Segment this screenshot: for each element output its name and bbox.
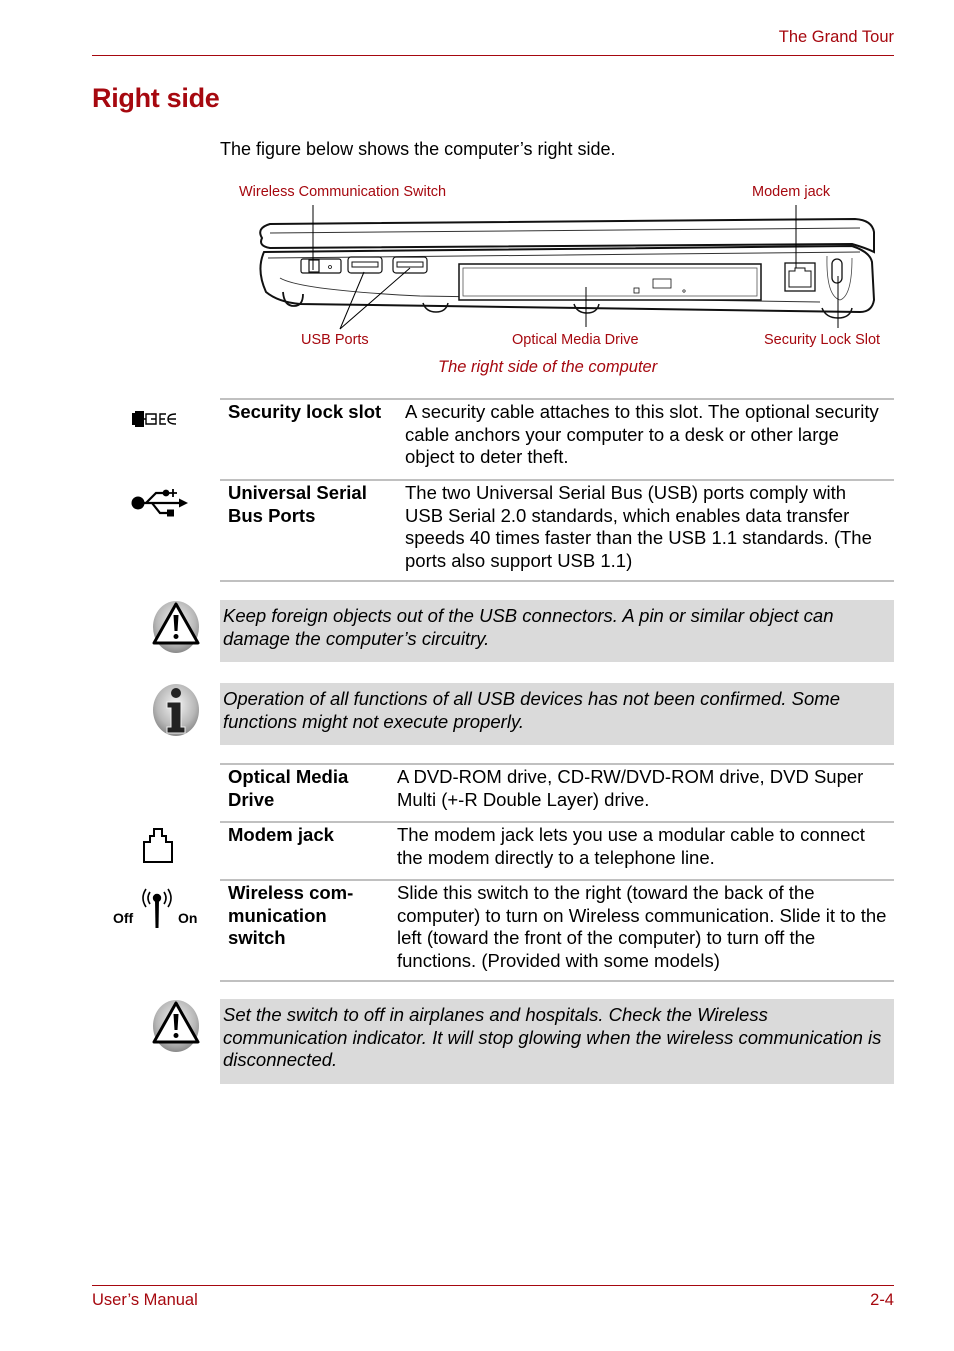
footer-divider: [92, 1285, 894, 1286]
term-usb-ports: Universal Serial Bus Ports: [220, 479, 405, 582]
definition-optical-drive: A DVD-ROM drive, CD-RW/DVD-ROM drive, DV…: [397, 763, 894, 822]
term-optical-drive: Optical Media Drive: [220, 763, 397, 822]
table-row: Wireless com-munication switch Slide thi…: [220, 879, 894, 982]
label-modem-jack: Modem jack: [752, 184, 831, 200]
intro-paragraph: The figure below shows the computer’s ri…: [220, 139, 616, 159]
header-divider: [92, 55, 894, 56]
ports-table-1: Security lock slot A security cable atta…: [220, 398, 894, 582]
wireless-switch-icon: Off On: [110, 886, 206, 932]
security-lock-icon: [132, 411, 177, 427]
info-note-usb: Operation of all functions of all USB de…: [220, 683, 894, 745]
usb-icon: [131, 489, 188, 517]
figure-caption: The right side of the computer: [438, 358, 658, 376]
warning-icon: [152, 1000, 200, 1052]
warning-note-usb: Keep foreign objects out of the USB conn…: [220, 600, 894, 662]
modem-jack-icon: [143, 828, 173, 863]
table-row: Optical Media Drive A DVD-ROM drive, CD-…: [220, 763, 894, 822]
label-wireless-switch: Wireless Communication Switch: [239, 184, 447, 200]
header-section-title: The Grand Tour: [778, 28, 894, 46]
wireless-off-label: Off: [113, 910, 134, 926]
warning-icon: [152, 601, 200, 653]
info-note-text: Operation of all functions of all USB de…: [223, 688, 841, 732]
term-wireless-switch: Wireless com-munication switch: [220, 879, 397, 982]
wireless-on-label: On: [178, 910, 198, 926]
warning-note-text: Set the switch to off in airplanes and h…: [223, 1004, 882, 1070]
term-modem-jack: Modem jack: [220, 821, 397, 880]
info-icon: [153, 684, 199, 736]
footer-page-number: 2-4: [870, 1291, 894, 1309]
table-row: Security lock slot A security cable atta…: [220, 398, 894, 480]
table-row: Modem jack The modem jack lets you use a…: [220, 821, 894, 880]
definition-usb-ports: The two Universal Serial Bus (USB) ports…: [405, 479, 894, 582]
page-title: Right side: [92, 83, 220, 113]
ports-table-2: Optical Media Drive A DVD-ROM drive, CD-…: [220, 763, 894, 982]
footer-manual-title: User’s Manual: [92, 1291, 198, 1309]
definition-modem-jack: The modem jack lets you use a modular ca…: [397, 821, 894, 880]
antenna-icon: [142, 888, 172, 928]
table-row: Universal Serial Bus Ports The two Unive…: [220, 479, 894, 582]
definition-wireless-switch: Slide this switch to the right (toward t…: [397, 879, 894, 982]
term-security-lock: Security lock slot: [220, 398, 405, 480]
warning-note-wireless: Set the switch to off in airplanes and h…: [220, 999, 894, 1084]
warning-note-text: Keep foreign objects out of the USB conn…: [223, 605, 834, 649]
definition-security-lock: A security cable attaches to this slot. …: [405, 398, 894, 480]
laptop-right-side-figure: [259, 205, 876, 330]
